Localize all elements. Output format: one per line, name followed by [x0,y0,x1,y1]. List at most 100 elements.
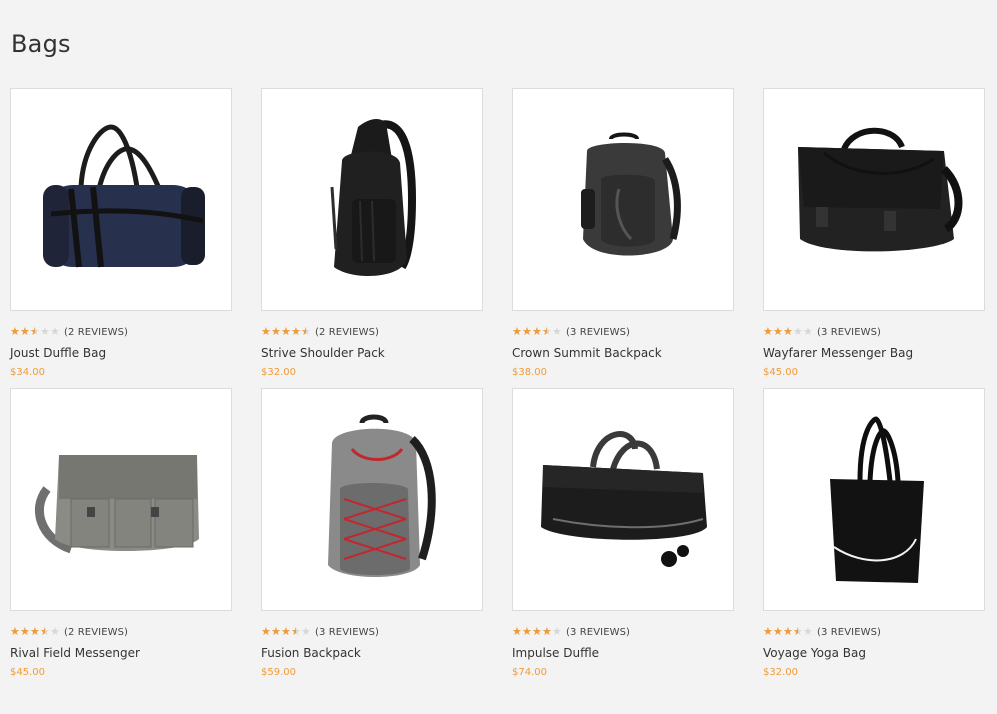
product-image[interactable] [10,388,232,611]
reviews-link[interactable]: (3 REVIEWS) [817,627,881,638]
product-name-link[interactable]: Joust Duffle Bag [10,346,232,360]
star-icon: ★ ★ [271,325,281,338]
reviews-link[interactable]: (2 REVIEWS) [64,627,128,638]
product-name-link[interactable]: Wayfarer Messenger Bag [763,346,985,360]
star-icon: ★ ★ [783,625,793,638]
star-icon: ★ ★ [261,625,271,638]
star-icon: ★ ★ [522,325,532,338]
product-name-link[interactable]: Strive Shoulder Pack [261,346,483,360]
product-rating: ★ ★ ★ ★ ★ ★ ★ ★ ★ (3 REVIEWS) [512,625,734,639]
reviews-link[interactable]: (3 REVIEWS) [566,327,630,338]
product-rating: ★ ★ ★ ★ ★ ★ ★ ★ ★ (2 REVIEWS) [10,625,232,639]
product-price: $74.00 [512,667,547,678]
star-icon: ★ ★ [542,625,552,638]
rating-stars: ★ ★ ★ ★ ★ ★ ★ ★ ★ ★ [261,325,311,338]
product-name-link[interactable]: Crown Summit Backpack [512,346,734,360]
star-icon: ★ [40,325,50,338]
product-rating: ★ ★ ★ ★ ★ ★ ★ ★ ★ (3 REVIEWS) [261,625,483,639]
product-price: $45.00 [763,367,798,378]
rating-stars: ★ ★ ★ ★ ★ ★ ★ ★ ★ [512,325,562,338]
product-rating: ★ ★ ★ ★ ★ ★ ★ ★ ★ (3 REVIEWS) [512,325,734,339]
reviews-link[interactable]: (3 REVIEWS) [817,327,881,338]
star-icon: ★ [793,325,803,338]
star-icon: ★ [50,625,60,638]
navy-duffle-bag-image [43,124,205,268]
star-icon: ★ [301,625,311,638]
product-image[interactable] [763,88,985,311]
star-icon: ★ [803,325,813,338]
product-name-link[interactable]: Impulse Duffle [512,646,734,660]
reviews-link[interactable]: (2 REVIEWS) [64,327,128,338]
star-icon: ★ ★ [522,625,532,638]
star-icon: ★ ★ [512,325,522,338]
star-icon: ★ ★ [20,625,30,638]
rating-stars: ★ ★ ★ ★ ★ ★ ★ ★ [763,325,813,338]
star-icon: ★ ★ [261,325,271,338]
star-icon: ★ ★ [532,625,542,638]
product-card[interactable]: ★ ★ ★ ★ ★ ★ ★ ★ ★ (3 REVIEWS) Fusion Backpack $5… [261,388,483,678]
star-icon: ★ ★ [271,625,281,638]
black-sling-backpack-image [330,118,417,277]
gray-canvas-messenger-image [34,455,199,554]
product-name-link[interactable]: Voyage Yoga Bag [763,646,985,660]
star-icon: ★ ★ [10,325,20,338]
product-card[interactable]: ★ ★ ★ ★ ★ ★ ★ ★ (3 REVIEWS) Wayfarer Messenger … [763,88,985,378]
rating-stars: ★ ★ ★ ★ ★ ★ ★ ★ ★ [10,625,60,638]
product-price: $45.00 [10,667,45,678]
black-messenger-bag-image [798,127,963,252]
product-price: $34.00 [10,367,45,378]
product-image[interactable] [512,388,734,611]
star-icon: ★ ★ [281,325,291,338]
product-name-link[interactable]: Rival Field Messenger [10,646,232,660]
star-icon: ★ ★ [291,625,301,638]
star-icon: ★ ★ [20,325,30,338]
star-icon: ★ ★ [542,325,552,338]
product-card[interactable]: ★ ★ ★ ★ ★ ★ ★ ★ ★ (3 REVIEWS) Crown Summit Backp… [512,88,734,378]
star-icon: ★ ★ [793,625,803,638]
gray-backpack-red-cords-image [328,414,436,577]
charcoal-backpack-image [581,132,681,256]
rating-stars: ★ ★ ★ ★ ★ ★ ★ ★ ★ [763,625,813,638]
product-card[interactable]: ★ ★ ★ ★ ★ ★ ★ ★ ★ (3 REVIEWS) Impulse Duffle $74… [512,388,734,678]
product-rating: ★ ★ ★ ★ ★ ★ ★ ★ (3 REVIEWS) [763,325,985,339]
product-rating: ★ ★ ★ ★ ★ ★ ★ ★ (2 REVIEWS) [10,325,232,339]
star-icon: ★ ★ [783,325,793,338]
star-icon: ★ ★ [281,625,291,638]
rating-stars: ★ ★ ★ ★ ★ ★ ★ ★ ★ [261,625,311,638]
rating-stars: ★ ★ ★ ★ ★ ★ ★ ★ [10,325,60,338]
product-image[interactable] [10,88,232,311]
product-image[interactable] [763,388,985,611]
product-image[interactable] [261,88,483,311]
product-price: $59.00 [261,667,296,678]
star-icon: ★ ★ [763,325,773,338]
product-rating: ★ ★ ★ ★ ★ ★ ★ ★ ★ (3 REVIEWS) [763,625,985,639]
black-rolling-duffle-image [541,431,707,567]
product-name-link[interactable]: Fusion Backpack [261,646,483,660]
product-rating: ★ ★ ★ ★ ★ ★ ★ ★ ★ ★ (2 REVIEWS) [261,325,483,339]
star-icon: ★ ★ [30,625,40,638]
reviews-link[interactable]: (3 REVIEWS) [566,627,630,638]
star-icon: ★ [803,625,813,638]
star-icon: ★ ★ [763,625,773,638]
star-icon: ★ ★ [30,325,40,338]
product-price: $32.00 [763,667,798,678]
reviews-link[interactable]: (2 REVIEWS) [315,327,379,338]
star-icon: ★ [552,625,562,638]
product-price: $32.00 [261,367,296,378]
product-card[interactable]: ★ ★ ★ ★ ★ ★ ★ ★ ★ (3 REVIEWS) Voyage Yoga Bag $3… [763,388,985,678]
black-tote-bag-image [830,416,924,583]
star-icon: ★ [552,325,562,338]
product-card[interactable]: ★ ★ ★ ★ ★ ★ ★ ★ ★ ★ (2 REVIEWS) Strive Shoulder P… [261,88,483,378]
product-image[interactable] [512,88,734,311]
product-card[interactable]: ★ ★ ★ ★ ★ ★ ★ ★ ★ (2 REVIEWS) Rival Field Messen… [10,388,232,678]
star-icon: ★ ★ [512,625,522,638]
star-icon: ★ ★ [291,325,301,338]
star-icon: ★ ★ [773,625,783,638]
product-image[interactable] [261,388,483,611]
star-icon: ★ ★ [532,325,542,338]
reviews-link[interactable]: (3 REVIEWS) [315,627,379,638]
star-icon: ★ ★ [773,325,783,338]
star-icon: ★ ★ [40,625,50,638]
rating-stars: ★ ★ ★ ★ ★ ★ ★ ★ ★ [512,625,562,638]
product-card[interactable]: ★ ★ ★ ★ ★ ★ ★ ★ (2 REVIEWS) Joust Duffle Bag $3… [10,88,232,378]
